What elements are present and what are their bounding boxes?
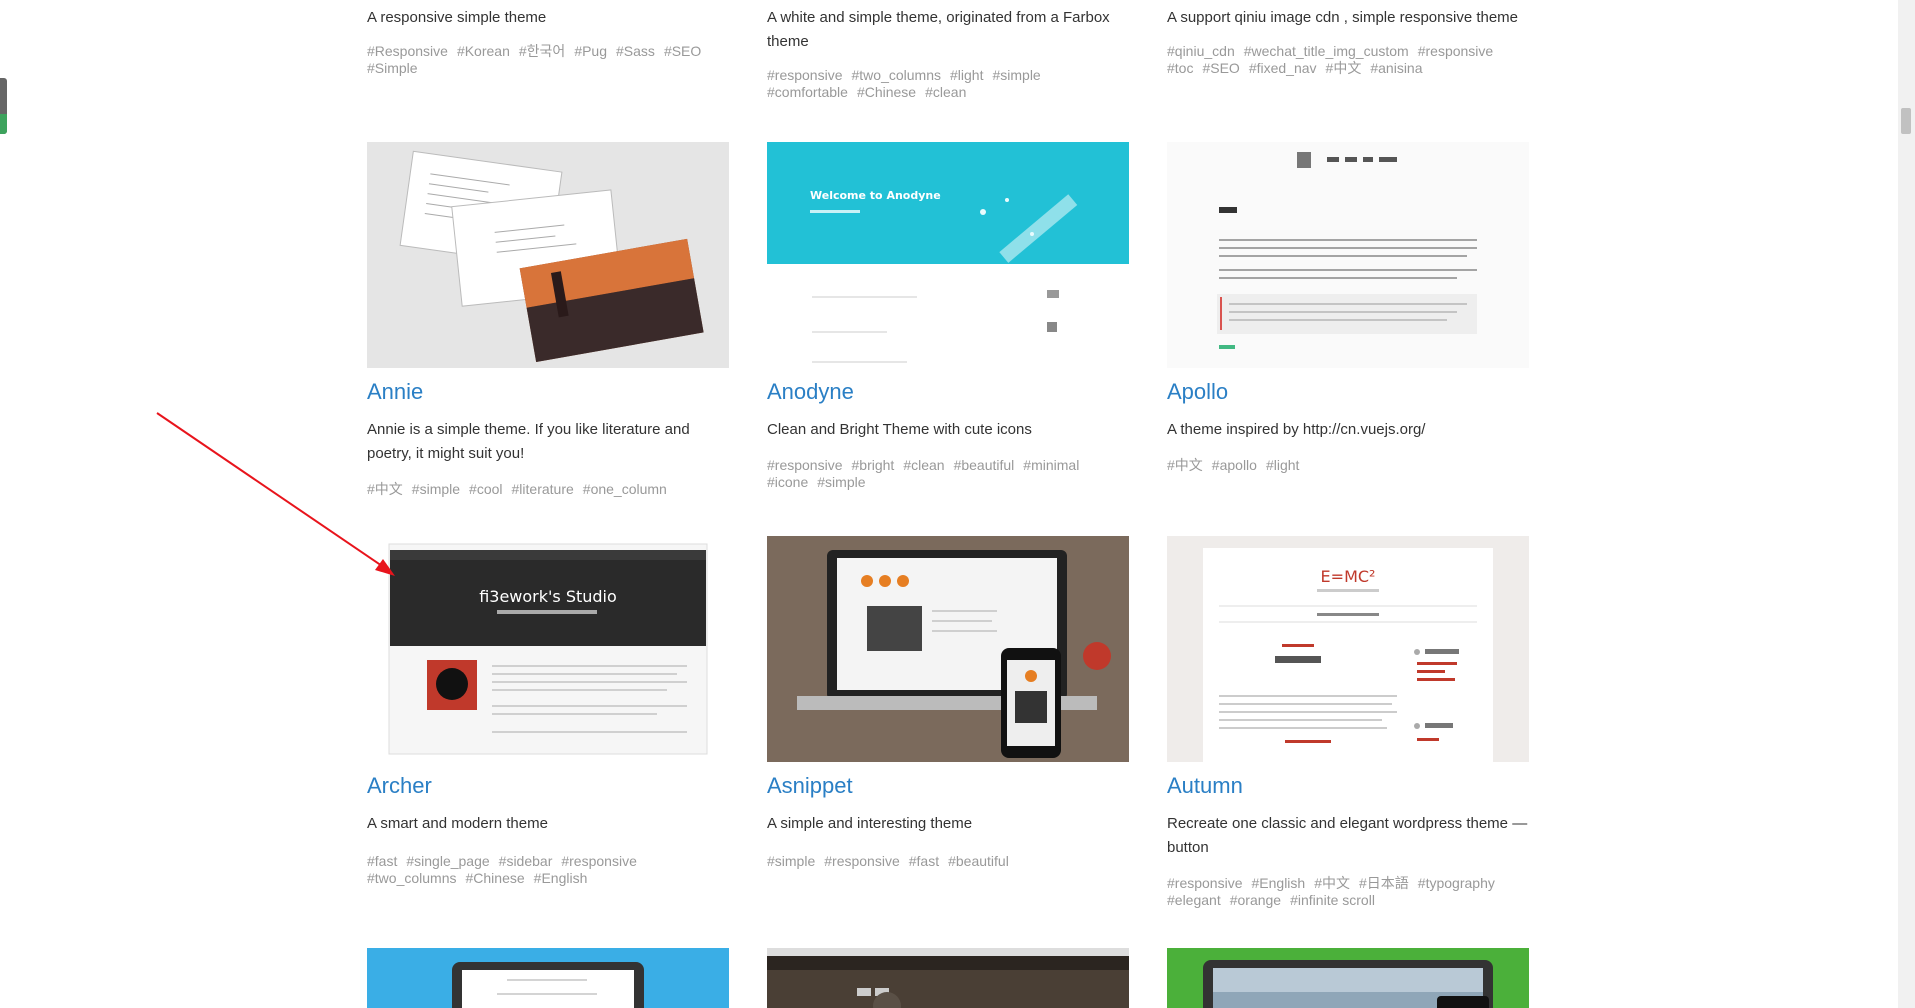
tag-list: #responsive #bright #clean #beautiful #minim… — [767, 457, 1129, 491]
tag[interactable]: #minimal — [1023, 457, 1079, 474]
theme-thumbnail[interactable]: Welcome to Anodyne — [767, 142, 1129, 368]
theme-title[interactable]: Asnippet — [767, 773, 853, 799]
tag[interactable]: #beautiful — [954, 457, 1015, 474]
tag[interactable]: #qiniu_cdn — [1167, 43, 1235, 60]
theme-thumbnail[interactable]: E=MC² — [1167, 536, 1529, 762]
tag[interactable]: #responsive — [1418, 43, 1494, 60]
tag[interactable]: #elegant — [1167, 892, 1221, 909]
theme-description: A smart and modern theme — [367, 815, 548, 832]
tag[interactable]: #cool — [469, 481, 502, 498]
scrollbar-thumb[interactable] — [1901, 108, 1911, 134]
theme-description: Annie is a simple theme. If you like lit… — [367, 421, 690, 462]
tag[interactable]: #English — [1252, 875, 1306, 892]
tag[interactable]: #clean — [925, 84, 966, 101]
tag[interactable]: #orange — [1230, 892, 1281, 909]
tag[interactable]: #한국어 — [519, 43, 565, 60]
thumbnail-heading: E=MC² — [1321, 567, 1376, 586]
theme-title[interactable]: Apollo — [1167, 379, 1228, 405]
tag-list: #中文 #simple #cool #literature #one_column — [367, 481, 729, 498]
tag-list: #fast #single_page #sidebar #responsive #two… — [367, 853, 729, 887]
tag-list: #responsive #English #中文 #日本語 #typography #el… — [1167, 875, 1529, 909]
annotation-arrow — [156, 412, 395, 576]
tag[interactable]: #SEO — [1202, 60, 1239, 77]
theme-title[interactable]: Archer — [367, 773, 432, 799]
tag[interactable]: #fast — [367, 853, 397, 870]
tag-list: #simple #responsive #fast #beautiful — [767, 853, 1129, 870]
tag[interactable]: #simple — [992, 67, 1040, 84]
tag[interactable]: #中文 — [1326, 60, 1362, 77]
tag[interactable]: #responsive — [767, 457, 843, 474]
theme-thumbnail[interactable] — [1167, 948, 1529, 1008]
theme-description: A support qiniu image cdn , simple respo… — [1167, 9, 1519, 26]
theme-thumbnail[interactable] — [767, 948, 1129, 1008]
tag[interactable]: #toc — [1167, 60, 1193, 77]
tag[interactable]: #responsive — [767, 67, 843, 84]
tag-list: #中文 #apollo #light — [1167, 457, 1529, 474]
theme-thumbnail[interactable] — [767, 536, 1129, 762]
tag[interactable]: #clean — [903, 457, 944, 474]
tag[interactable]: #light — [1266, 457, 1299, 474]
tag[interactable]: #single_page — [406, 853, 489, 870]
tag[interactable]: #Sass — [616, 43, 655, 60]
tag[interactable]: #Korean — [457, 43, 510, 60]
tag-list: #responsive #two_columns #light #simple #com… — [767, 67, 1129, 101]
theme-description: A responsive simple theme — [367, 9, 547, 26]
tag[interactable]: #anisina — [1370, 60, 1422, 77]
theme-description: A white and simple theme, originated fro… — [767, 9, 1110, 50]
tag[interactable]: #beautiful — [948, 853, 1009, 870]
tag[interactable]: #comfortable — [767, 84, 848, 101]
tag[interactable]: #Responsive — [367, 43, 448, 60]
tag[interactable]: #fixed_nav — [1249, 60, 1317, 77]
tag[interactable]: #Simple — [367, 60, 418, 77]
tag[interactable]: #responsive — [1167, 875, 1243, 892]
tag[interactable]: #simple — [817, 474, 865, 491]
tag[interactable]: #light — [950, 67, 983, 84]
tag[interactable]: #wechat_title_img_custom — [1244, 43, 1409, 60]
tag[interactable]: #sidebar — [499, 853, 553, 870]
tag[interactable]: #中文 — [1314, 875, 1350, 892]
tag[interactable]: #simple — [412, 481, 460, 498]
tag[interactable]: #one_column — [583, 481, 667, 498]
theme-title[interactable]: Annie — [367, 379, 423, 405]
tag[interactable]: #icone — [767, 474, 808, 491]
theme-title[interactable]: Anodyne — [767, 379, 854, 405]
tag[interactable]: #中文 — [1167, 457, 1203, 474]
theme-thumbnail[interactable]: fi3ework's Studio — [367, 536, 729, 762]
tag[interactable]: #two_columns — [852, 67, 942, 84]
tag[interactable]: #日本語 — [1359, 875, 1409, 892]
vertical-scrollbar[interactable] — [1898, 0, 1915, 1008]
theme-thumbnail[interactable] — [1167, 142, 1529, 368]
tag[interactable]: #English — [534, 870, 588, 887]
tag[interactable]: #bright — [852, 457, 895, 474]
tag[interactable]: #responsive — [561, 853, 637, 870]
tag[interactable]: #Chinese — [466, 870, 525, 887]
theme-description: Recreate one classic and elegant wordpre… — [1167, 815, 1528, 856]
theme-thumbnail[interactable] — [367, 142, 729, 368]
theme-thumbnail[interactable] — [367, 948, 729, 1008]
theme-description: A theme inspired by http://cn.vuejs.org/ — [1167, 421, 1426, 438]
side-panel-handle[interactable] — [0, 78, 7, 134]
thumbnail-heading: Welcome to Anodyne — [810, 189, 941, 202]
tag[interactable]: #responsive — [824, 853, 900, 870]
theme-description: A simple and interesting theme — [767, 815, 973, 832]
tag[interactable]: #two_columns — [367, 870, 457, 887]
theme-title[interactable]: Autumn — [1167, 773, 1243, 799]
tag[interactable]: #Chinese — [857, 84, 916, 101]
tag[interactable]: #typography — [1418, 875, 1495, 892]
tag-list: #Responsive #Korean #한국어 #Pug #Sass #SEO #Simp… — [367, 43, 729, 77]
tag-list: #qiniu_cdn #wechat_title_img_custom #respo… — [1167, 43, 1529, 77]
thumbnail-heading: fi3ework's Studio — [479, 587, 617, 606]
tag[interactable]: #apollo — [1212, 457, 1257, 474]
tag[interactable]: #infinite scroll — [1290, 892, 1375, 909]
tag[interactable]: #Pug — [574, 43, 607, 60]
tag[interactable]: #SEO — [664, 43, 701, 60]
theme-description: Clean and Bright Theme with cute icons — [767, 421, 1032, 438]
tag[interactable]: #literature — [512, 481, 574, 498]
tag[interactable]: #fast — [909, 853, 939, 870]
tag[interactable]: #simple — [767, 853, 815, 870]
